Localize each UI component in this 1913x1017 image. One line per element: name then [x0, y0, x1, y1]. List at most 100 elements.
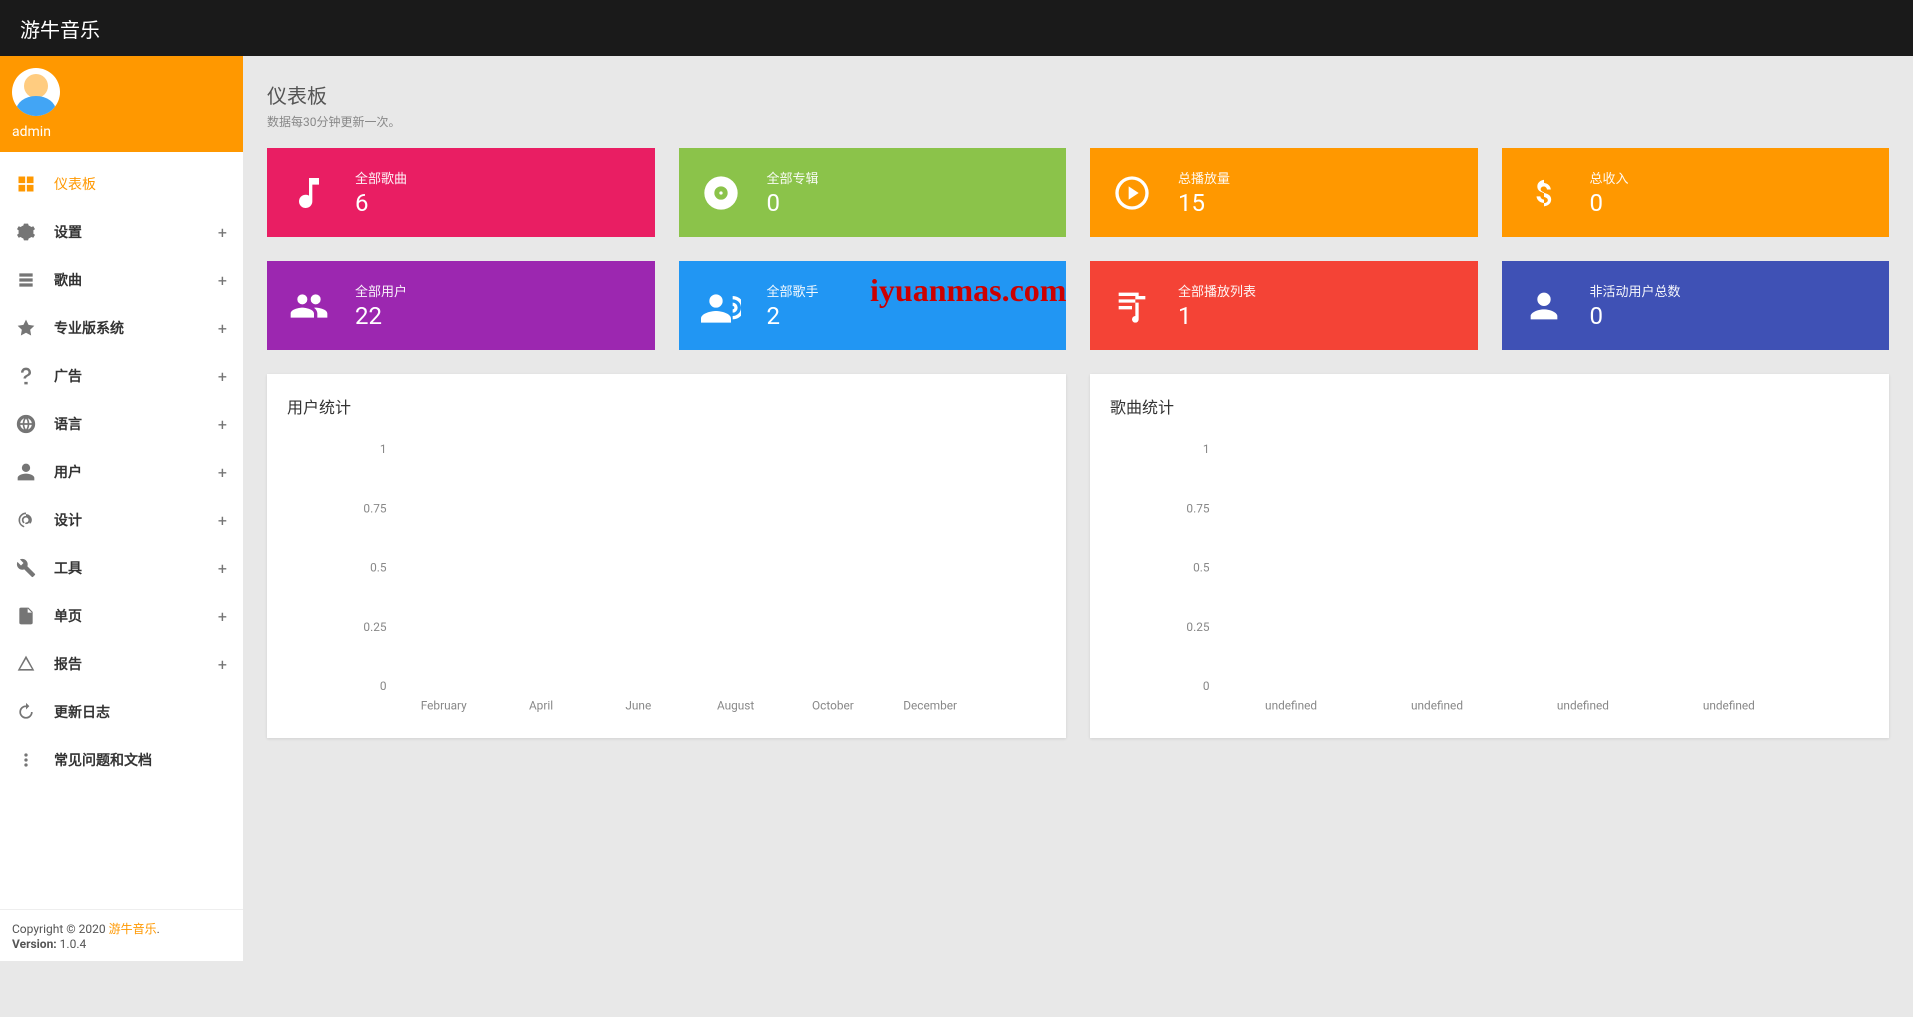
- svg-text:October: October: [812, 698, 854, 712]
- nav-icon: [16, 174, 36, 194]
- version-value: 1.0.4: [57, 937, 87, 951]
- sidebar-item-9[interactable]: 单页+: [0, 592, 243, 640]
- dollar-icon: [1522, 171, 1566, 215]
- chart-body: 00.250.50.751undefinedundefinedundefined…: [1110, 438, 1869, 718]
- svg-text:0.25: 0.25: [1186, 620, 1209, 634]
- app-title: 游牛音乐: [20, 14, 100, 43]
- chart-svg: 00.250.50.751FebruaryAprilJuneAugustOcto…: [287, 438, 1046, 718]
- svg-text:0.75: 0.75: [363, 501, 386, 515]
- tile-playlist[interactable]: 全部播放列表1: [1090, 261, 1478, 350]
- chart-title: 歌曲统计: [1110, 394, 1869, 418]
- tile-label: 全部歌手: [767, 281, 819, 300]
- tile-value: 6: [355, 189, 407, 217]
- sidebar-item-4[interactable]: 广告+: [0, 352, 243, 400]
- chart-body: 00.250.50.751FebruaryAprilJuneAugustOcto…: [287, 438, 1046, 718]
- svg-text:0.25: 0.25: [363, 620, 386, 634]
- sidebar-item-8[interactable]: 工具+: [0, 544, 243, 592]
- nav-icon: [16, 702, 36, 722]
- svg-text:0.75: 0.75: [1186, 501, 1209, 515]
- svg-text:undefined: undefined: [1411, 698, 1463, 712]
- sidebar-item-10[interactable]: 报告 +: [0, 640, 243, 688]
- svg-text:1: 1: [380, 442, 387, 456]
- expand-icon: +: [218, 511, 227, 530]
- person-icon: [1522, 284, 1566, 328]
- sidebar: admin 仪表板设置+歌曲+专业版系统+广告+语言+用户+设计+工具+单页+报…: [0, 56, 243, 961]
- tile-play[interactable]: 总播放量 15: [1090, 148, 1478, 237]
- svg-text:undefined: undefined: [1557, 698, 1609, 712]
- sidebar-item-0[interactable]: 仪表板: [0, 160, 243, 208]
- sidebar-nav: 仪表板设置+歌曲+专业版系统+广告+语言+用户+设计+工具+单页+报告+更新日志…: [0, 152, 243, 909]
- expand-icon: +: [218, 415, 227, 434]
- tile-voice[interactable]: 全部歌手 2: [679, 261, 1067, 350]
- svg-text:0: 0: [1203, 679, 1210, 693]
- svg-text:April: April: [529, 698, 553, 712]
- tile-label: 全部播放列表: [1178, 281, 1256, 300]
- nav-icon: [16, 510, 36, 530]
- tile-note[interactable]: 全部歌曲 6: [267, 148, 655, 237]
- chart-card-0: 用户统计00.250.50.751FebruaryAprilJuneAugust…: [267, 374, 1066, 738]
- expand-icon: +: [218, 319, 227, 338]
- tile-label: 总收入: [1590, 168, 1629, 187]
- chart-card-1: 歌曲统计00.250.50.751undefinedundefinedundef…: [1090, 374, 1889, 738]
- nav-label: 工具: [54, 558, 82, 578]
- nav-label: 广告: [54, 366, 82, 386]
- tile-person[interactable]: 非活动用户总数0: [1502, 261, 1890, 350]
- copyright-prefix: Copyright © 2020: [12, 922, 109, 936]
- sidebar-item-5[interactable]: 语言 +: [0, 400, 243, 448]
- tile-label: 全部歌曲: [355, 168, 407, 187]
- main: 仪表板 数据每30分钟更新一次。 全部歌曲6全部专辑0总播放量15总收入0全部用…: [243, 56, 1913, 762]
- nav-icon: [16, 654, 36, 674]
- expand-icon: +: [218, 607, 227, 626]
- svg-text:undefined: undefined: [1265, 698, 1317, 712]
- nav-label: 语言: [54, 414, 82, 434]
- svg-text:June: June: [625, 698, 651, 712]
- nav-label: 报告: [54, 654, 82, 674]
- disc-icon: [699, 171, 743, 215]
- version-label: Version:: [12, 937, 57, 951]
- copyright-suffix: .: [157, 922, 160, 936]
- tile-value: 15: [1178, 189, 1230, 217]
- tile-disc[interactable]: 全部专辑0: [679, 148, 1067, 237]
- svg-text:February: February: [421, 698, 467, 712]
- svg-text:1: 1: [1203, 442, 1210, 456]
- footer: Copyright © 2020 游牛音乐. Version: 1.0.4: [0, 909, 243, 961]
- tile-value: 2: [767, 302, 819, 330]
- nav-label: 仪表板: [54, 174, 96, 194]
- sidebar-item-6[interactable]: 用户+: [0, 448, 243, 496]
- nav-icon: [16, 414, 36, 434]
- nav-label: 更新日志: [54, 702, 110, 722]
- svg-text:December: December: [903, 698, 957, 712]
- nav-label: 用户: [54, 462, 82, 482]
- topbar: 游牛音乐: [0, 0, 1913, 56]
- expand-icon: +: [218, 223, 227, 242]
- copyright-link[interactable]: 游牛音乐: [109, 922, 157, 936]
- sidebar-item-11[interactable]: 更新日志: [0, 688, 243, 736]
- chart-svg: 00.250.50.751undefinedundefinedundefined…: [1110, 438, 1869, 718]
- svg-text:0.5: 0.5: [370, 561, 387, 575]
- svg-text:undefined: undefined: [1703, 698, 1755, 712]
- nav-icon: [16, 366, 36, 386]
- nav-icon: [16, 606, 36, 626]
- tile-users[interactable]: 全部用户22: [267, 261, 655, 350]
- avatar[interactable]: [12, 68, 60, 116]
- nav-icon: [16, 558, 36, 578]
- sidebar-item-2[interactable]: 歌曲+: [0, 256, 243, 304]
- page-subtitle: 数据每30分钟更新一次。: [267, 113, 1889, 130]
- tile-dollar[interactable]: 总收入0: [1502, 148, 1890, 237]
- tile-label: 总播放量: [1178, 168, 1230, 187]
- voice-icon: [699, 284, 743, 328]
- sidebar-item-3[interactable]: 专业版系统 +: [0, 304, 243, 352]
- sidebar-item-12[interactable]: 常见问题和文档: [0, 736, 243, 784]
- expand-icon: +: [218, 655, 227, 674]
- nav-icon: [16, 222, 36, 242]
- sidebar-item-1[interactable]: 设置+: [0, 208, 243, 256]
- page-title: 仪表板: [267, 80, 1889, 109]
- chart-title: 用户统计: [287, 394, 1046, 418]
- nav-label: 专业版系统: [54, 318, 124, 338]
- nav-icon: [16, 750, 36, 770]
- expand-icon: +: [218, 271, 227, 290]
- tile-label: 非活动用户总数: [1590, 281, 1681, 300]
- sidebar-item-7[interactable]: 设计+: [0, 496, 243, 544]
- svg-text:0: 0: [380, 679, 387, 693]
- play-icon: [1110, 171, 1154, 215]
